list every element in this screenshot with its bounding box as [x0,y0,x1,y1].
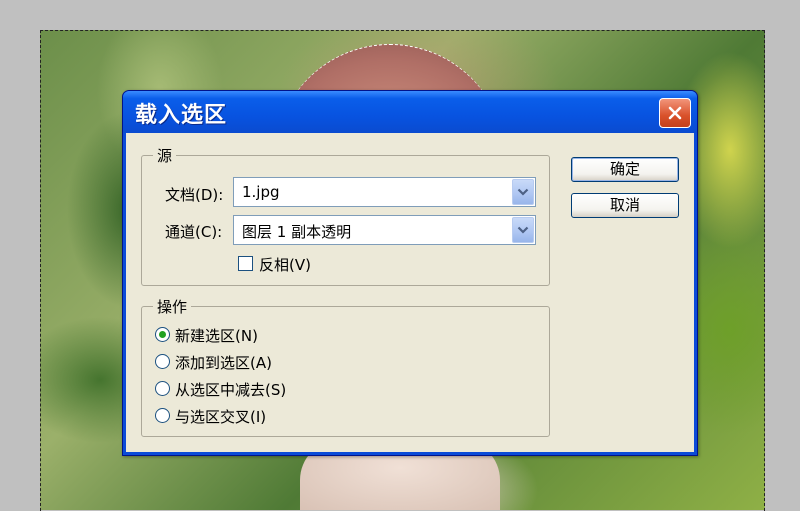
option-intersect-with-selection-label[interactable]: 与选区交叉(I) [175,406,266,427]
radio-intersect-with-selection[interactable] [155,408,170,423]
option-new-selection-label[interactable]: 新建选区(N) [175,325,258,346]
chevron-down-icon [517,226,529,234]
invert-checkbox[interactable] [238,256,253,271]
dialog-client-area: 源 文档(D): 1.jpg 通道(C): 图层 1 副本透明 反相(V) 操作… [126,133,694,452]
document-label: 文档(D): [165,186,224,204]
document-select[interactable]: 1.jpg [233,177,536,207]
chevron-down-icon [517,188,529,196]
channel-dropdown-button[interactable] [512,217,534,243]
channel-label: 通道(C): [165,223,223,241]
close-button[interactable] [659,98,691,128]
source-group: 源 文档(D): 1.jpg 通道(C): 图层 1 副本透明 反相(V) [141,145,550,286]
dialog-title: 载入选区 [135,103,228,128]
channel-value: 图层 1 副本透明 [242,223,352,241]
close-icon [668,106,682,120]
ok-button[interactable]: 确定 [571,157,679,182]
source-group-label: 源 [153,145,177,166]
load-selection-dialog: 载入选区 源 文档(D): 1.jpg 通道(C): 图层 1 副本透明 反相(… [122,90,698,456]
invert-label[interactable]: 反相(V) [259,254,311,275]
operation-group: 操作 新建选区(N) 添加到选区(A) 从选区中减去(S) 与选区交叉(I) [141,296,550,437]
radio-add-to-selection[interactable] [155,354,170,369]
option-add-to-selection-label[interactable]: 添加到选区(A) [175,352,272,373]
channel-select[interactable]: 图层 1 副本透明 [233,215,536,245]
radio-subtract-from-selection[interactable] [155,381,170,396]
cancel-button[interactable]: 取消 [571,193,679,218]
operation-group-label: 操作 [153,296,192,317]
radio-new-selection[interactable] [155,327,170,342]
option-subtract-from-selection-label[interactable]: 从选区中减去(S) [175,379,286,400]
document-value: 1.jpg [242,183,280,201]
dialog-titlebar[interactable]: 载入选区 [123,91,697,133]
document-dropdown-button[interactable] [512,179,534,205]
radio-selected-dot [159,331,166,338]
